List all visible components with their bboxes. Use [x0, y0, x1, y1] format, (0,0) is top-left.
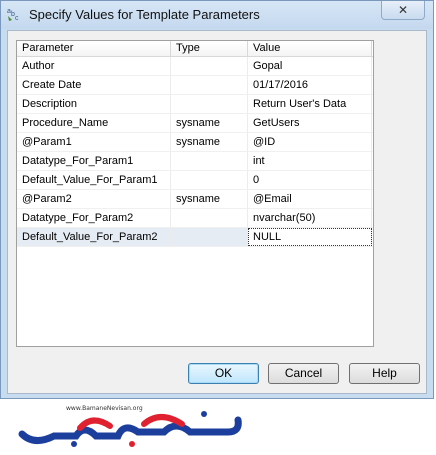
parameter-cell: Procedure_Name [17, 114, 171, 132]
parameter-cell: Default_Value_For_Param1 [17, 171, 171, 189]
dialog-client-area: Parameter Type Value Author Gopal Create D… [7, 30, 427, 394]
type-cell: sysname [171, 190, 248, 208]
cancel-button[interactable]: Cancel [268, 363, 339, 384]
ok-button[interactable]: OK [188, 363, 259, 384]
dialog-title: Specify Values for Template Parameters [29, 7, 260, 22]
type-cell [171, 95, 248, 113]
type-cell [171, 228, 248, 246]
watermark-url: www.BamaneNevisan.org [66, 405, 143, 412]
grid-row[interactable]: Author Gopal [17, 57, 373, 76]
column-header-value[interactable]: Value [248, 41, 372, 56]
title-bar[interactable]: a b c Specify Values for Template Parame… [1, 1, 433, 29]
value-cell[interactable]: Gopal [248, 57, 372, 75]
value-cell[interactable]: nvarchar(50) [248, 209, 372, 227]
value-cell[interactable]: GetUsers [248, 114, 372, 132]
dialog-window: a b c Specify Values for Template Parame… [0, 0, 434, 399]
close-icon: ✕ [397, 3, 409, 17]
column-header-parameter[interactable]: Parameter [17, 41, 171, 56]
grid-row[interactable]: Create Date 01/17/2016 [17, 76, 373, 95]
value-cell[interactable]: @Email [248, 190, 372, 208]
watermark-logo: www.BamaneNevisan.org [18, 405, 242, 447]
grid-row[interactable]: @Param2 sysname @Email [17, 190, 373, 209]
grid-header: Parameter Type Value [17, 41, 373, 57]
parameter-cell: @Param2 [17, 190, 171, 208]
grid-row[interactable]: Default_Value_For_Param2 NULL [17, 228, 373, 247]
grid-row[interactable]: Default_Value_For_Param1 0 [17, 171, 373, 190]
grid-row[interactable]: Datatype_For_Param1 int [17, 152, 373, 171]
parameter-cell: Author [17, 57, 171, 75]
type-cell: sysname [171, 133, 248, 151]
parameter-cell: Datatype_For_Param2 [17, 209, 171, 227]
parameter-cell: @Param1 [17, 133, 171, 151]
template-abc-icon: a b c [7, 8, 19, 22]
parameters-grid: Parameter Type Value Author Gopal Create D… [16, 40, 374, 347]
value-cell[interactable]: int [248, 152, 372, 170]
close-button[interactable]: ✕ [381, 1, 425, 20]
grid-row[interactable]: Procedure_Name sysname GetUsers [17, 114, 373, 133]
type-cell [171, 76, 248, 94]
type-cell [171, 57, 248, 75]
value-cell[interactable]: @ID [248, 133, 372, 151]
type-cell [171, 171, 248, 189]
type-cell: sysname [171, 114, 248, 132]
grid-row[interactable]: @Param1 sysname @ID [17, 133, 373, 152]
grid-row[interactable]: Datatype_For_Param2 nvarchar(50) [17, 209, 373, 228]
value-cell[interactable]: NULL [248, 228, 372, 246]
grid-row[interactable]: Description Return User's Data [17, 95, 373, 114]
parameter-cell: Default_Value_For_Param2 [17, 228, 171, 246]
column-header-type[interactable]: Type [171, 41, 248, 56]
help-button[interactable]: Help [349, 363, 420, 384]
type-cell [171, 209, 248, 227]
value-cell[interactable]: 01/17/2016 [248, 76, 372, 94]
type-cell [171, 152, 248, 170]
svg-text:c: c [15, 15, 19, 22]
grid-body: Author Gopal Create Date 01/17/2016 Descript… [17, 57, 373, 247]
value-cell[interactable]: Return User's Data [248, 95, 372, 113]
value-cell[interactable]: 0 [248, 171, 372, 189]
parameter-cell: Description [17, 95, 171, 113]
parameter-cell: Create Date [17, 76, 171, 94]
parameter-cell: Datatype_For_Param1 [17, 152, 171, 170]
